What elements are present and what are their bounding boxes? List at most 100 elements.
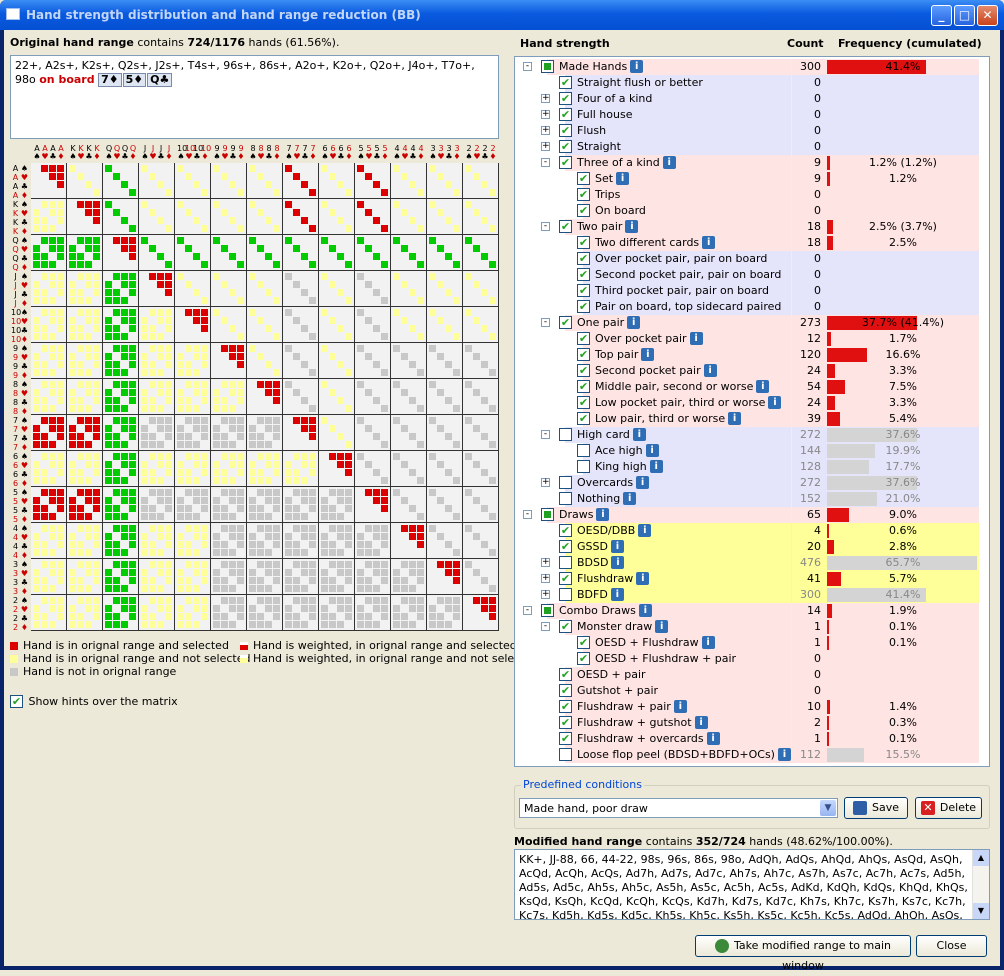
info-icon[interactable]: i (638, 524, 652, 537)
checkbox-unchecked[interactable] (559, 748, 572, 761)
matrix-cell[interactable] (31, 379, 67, 415)
col-frequency[interactable]: Frequency (cumulated) (838, 37, 982, 50)
matrix-cell[interactable] (391, 451, 427, 487)
show-hints-checkbox[interactable]: ✔ (10, 694, 23, 708)
matrix-cell[interactable] (355, 271, 391, 307)
checkbox-checked[interactable]: ✔ (559, 76, 572, 89)
matrix-cell[interactable] (247, 343, 283, 379)
tree-row[interactable]: King high i 128 17.7% (519, 459, 979, 475)
matrix-cell[interactable] (355, 415, 391, 451)
checkbox-unchecked[interactable] (559, 476, 572, 489)
matrix-cell[interactable] (139, 271, 175, 307)
matrix-cell[interactable] (463, 487, 499, 523)
tree-row[interactable]: Loose flop peel (BDSD+BDFD+OCs) i 112 15.5% (519, 747, 979, 763)
modified-range-textbox[interactable]: KK+, JJ-88, 66, 44-22, 98s, 96s, 86s, 98… (514, 849, 990, 920)
matrix-cell[interactable] (139, 307, 175, 343)
matrix-cell[interactable] (211, 271, 247, 307)
tree-row[interactable]: ✔ Low pocket pair, third or worse i 24 3.3% (519, 395, 979, 411)
tree-row[interactable]: ✔ Over pocket pair i 12 1.7% (519, 331, 979, 347)
matrix-cell[interactable] (319, 271, 355, 307)
collapse-icon[interactable]: - (541, 158, 550, 167)
checkbox-checked[interactable]: ✔ (559, 92, 572, 105)
tree-row[interactable]: ✔ Over pocket pair, pair on board 0 (519, 251, 979, 267)
tree-row[interactable]: ✔ Flushdraw + pair i 10 1.4% (519, 699, 979, 715)
tree-row[interactable]: ✔ Low pair, third or worse i 39 5.4% (519, 411, 979, 427)
matrix-cell[interactable] (211, 235, 247, 271)
matrix-cell[interactable] (139, 199, 175, 235)
checkbox-unchecked[interactable] (577, 444, 590, 457)
matrix-cell[interactable] (67, 523, 103, 559)
checkbox-checked[interactable]: ✔ (577, 268, 590, 281)
checkbox-unchecked[interactable] (559, 428, 572, 441)
checkbox-checked[interactable]: ✔ (577, 236, 590, 249)
info-icon[interactable]: i (623, 492, 637, 505)
collapse-icon[interactable]: - (541, 222, 550, 231)
matrix-cell[interactable] (463, 451, 499, 487)
matrix-cell[interactable] (463, 523, 499, 559)
tree-row[interactable]: ✔ Gutshot + pair 0 (519, 683, 979, 699)
checkbox-checked[interactable]: ✔ (577, 348, 590, 361)
checkbox-checked[interactable]: ✔ (577, 204, 590, 217)
checkbox-checked[interactable]: ✔ (577, 380, 590, 393)
matrix-cell[interactable] (103, 271, 139, 307)
modified-range-scrollbar[interactable]: ▲ ▼ (972, 850, 989, 919)
matrix-cell[interactable] (103, 199, 139, 235)
tree-row[interactable]: - High card i 272 37.6% (519, 427, 979, 443)
matrix-cell[interactable] (67, 487, 103, 523)
matrix-cell[interactable] (67, 559, 103, 595)
tree-row[interactable]: + ✔ Four of a kind 0 (519, 91, 979, 107)
col-hand-strength[interactable]: Hand strength (520, 37, 610, 50)
matrix-cell[interactable] (139, 595, 175, 631)
checkbox-unchecked[interactable] (559, 588, 572, 601)
matrix-cell[interactable] (247, 595, 283, 631)
matrix-cell[interactable] (391, 559, 427, 595)
info-icon[interactable]: i (703, 364, 717, 377)
checkbox-checked[interactable]: ✔ (559, 124, 572, 137)
tree-row[interactable]: + ✔ Flushdraw i 41 5.7% (519, 571, 979, 587)
info-icon[interactable]: i (610, 540, 624, 553)
matrix-cell[interactable] (283, 271, 319, 307)
matrix-cell[interactable] (139, 379, 175, 415)
matrix-cell[interactable] (103, 235, 139, 271)
matrix-cell[interactable] (247, 199, 283, 235)
tree-row[interactable]: ✔ OESD + Flushdraw + pair 0 (519, 651, 979, 667)
matrix-cell[interactable] (175, 379, 211, 415)
info-icon[interactable]: i (701, 636, 715, 649)
matrix-cell[interactable] (427, 523, 463, 559)
info-icon[interactable]: i (625, 220, 639, 233)
info-icon[interactable]: i (630, 60, 644, 73)
matrix-cell[interactable] (67, 199, 103, 235)
matrix-cell[interactable] (463, 235, 499, 271)
checkbox-checked[interactable]: ✔ (577, 332, 590, 345)
checkbox-checked[interactable]: ✔ (577, 364, 590, 377)
collapse-icon[interactable]: - (523, 62, 532, 71)
matrix-cell[interactable] (175, 595, 211, 631)
matrix-cell[interactable] (31, 307, 67, 343)
matrix-cell[interactable] (283, 595, 319, 631)
matrix-cell[interactable] (247, 415, 283, 451)
checkbox-checked[interactable]: ✔ (577, 172, 590, 185)
matrix-cell[interactable] (175, 271, 211, 307)
info-icon[interactable]: i (638, 604, 652, 617)
hand-matrix[interactable]: A ♠ A ♥ A ♣ A ♦ A ♠ A ♥ A ♣ A ♦ K ♠ K ♥ K ♣ K ♦ K ♠ K ♥ K ♣ K ♦ Q ♠ Q ♥ Q ♣ Q ♦… (10, 145, 499, 632)
tree-row[interactable]: ✔ GSSD i 20 2.8% (519, 539, 979, 555)
tree-row[interactable]: - Combo Draws i 14 1.9% (519, 603, 979, 619)
matrix-cell[interactable] (67, 415, 103, 451)
matrix-cell[interactable] (175, 199, 211, 235)
matrix-cell[interactable] (427, 343, 463, 379)
tree-row[interactable]: ✔ OESD/DBB i 4 0.6% (519, 523, 979, 539)
checkbox-checked[interactable]: ✔ (577, 636, 590, 649)
tree-row[interactable]: ✔ Second pocket pair, pair on board 0 (519, 267, 979, 283)
info-icon[interactable]: i (694, 716, 708, 729)
matrix-cell[interactable] (463, 415, 499, 451)
matrix-cell[interactable] (31, 235, 67, 271)
matrix-cell[interactable] (319, 307, 355, 343)
matrix-cell[interactable] (391, 271, 427, 307)
info-icon[interactable]: i (636, 476, 650, 489)
matrix-cell[interactable] (319, 487, 355, 523)
tree-row[interactable]: ✔ Middle pair, second or worse i 54 7.5% (519, 379, 979, 395)
checkbox-checked[interactable]: ✔ (577, 300, 590, 313)
info-icon[interactable]: i (610, 588, 624, 601)
expand-icon[interactable]: + (541, 558, 550, 567)
matrix-cell[interactable] (283, 415, 319, 451)
